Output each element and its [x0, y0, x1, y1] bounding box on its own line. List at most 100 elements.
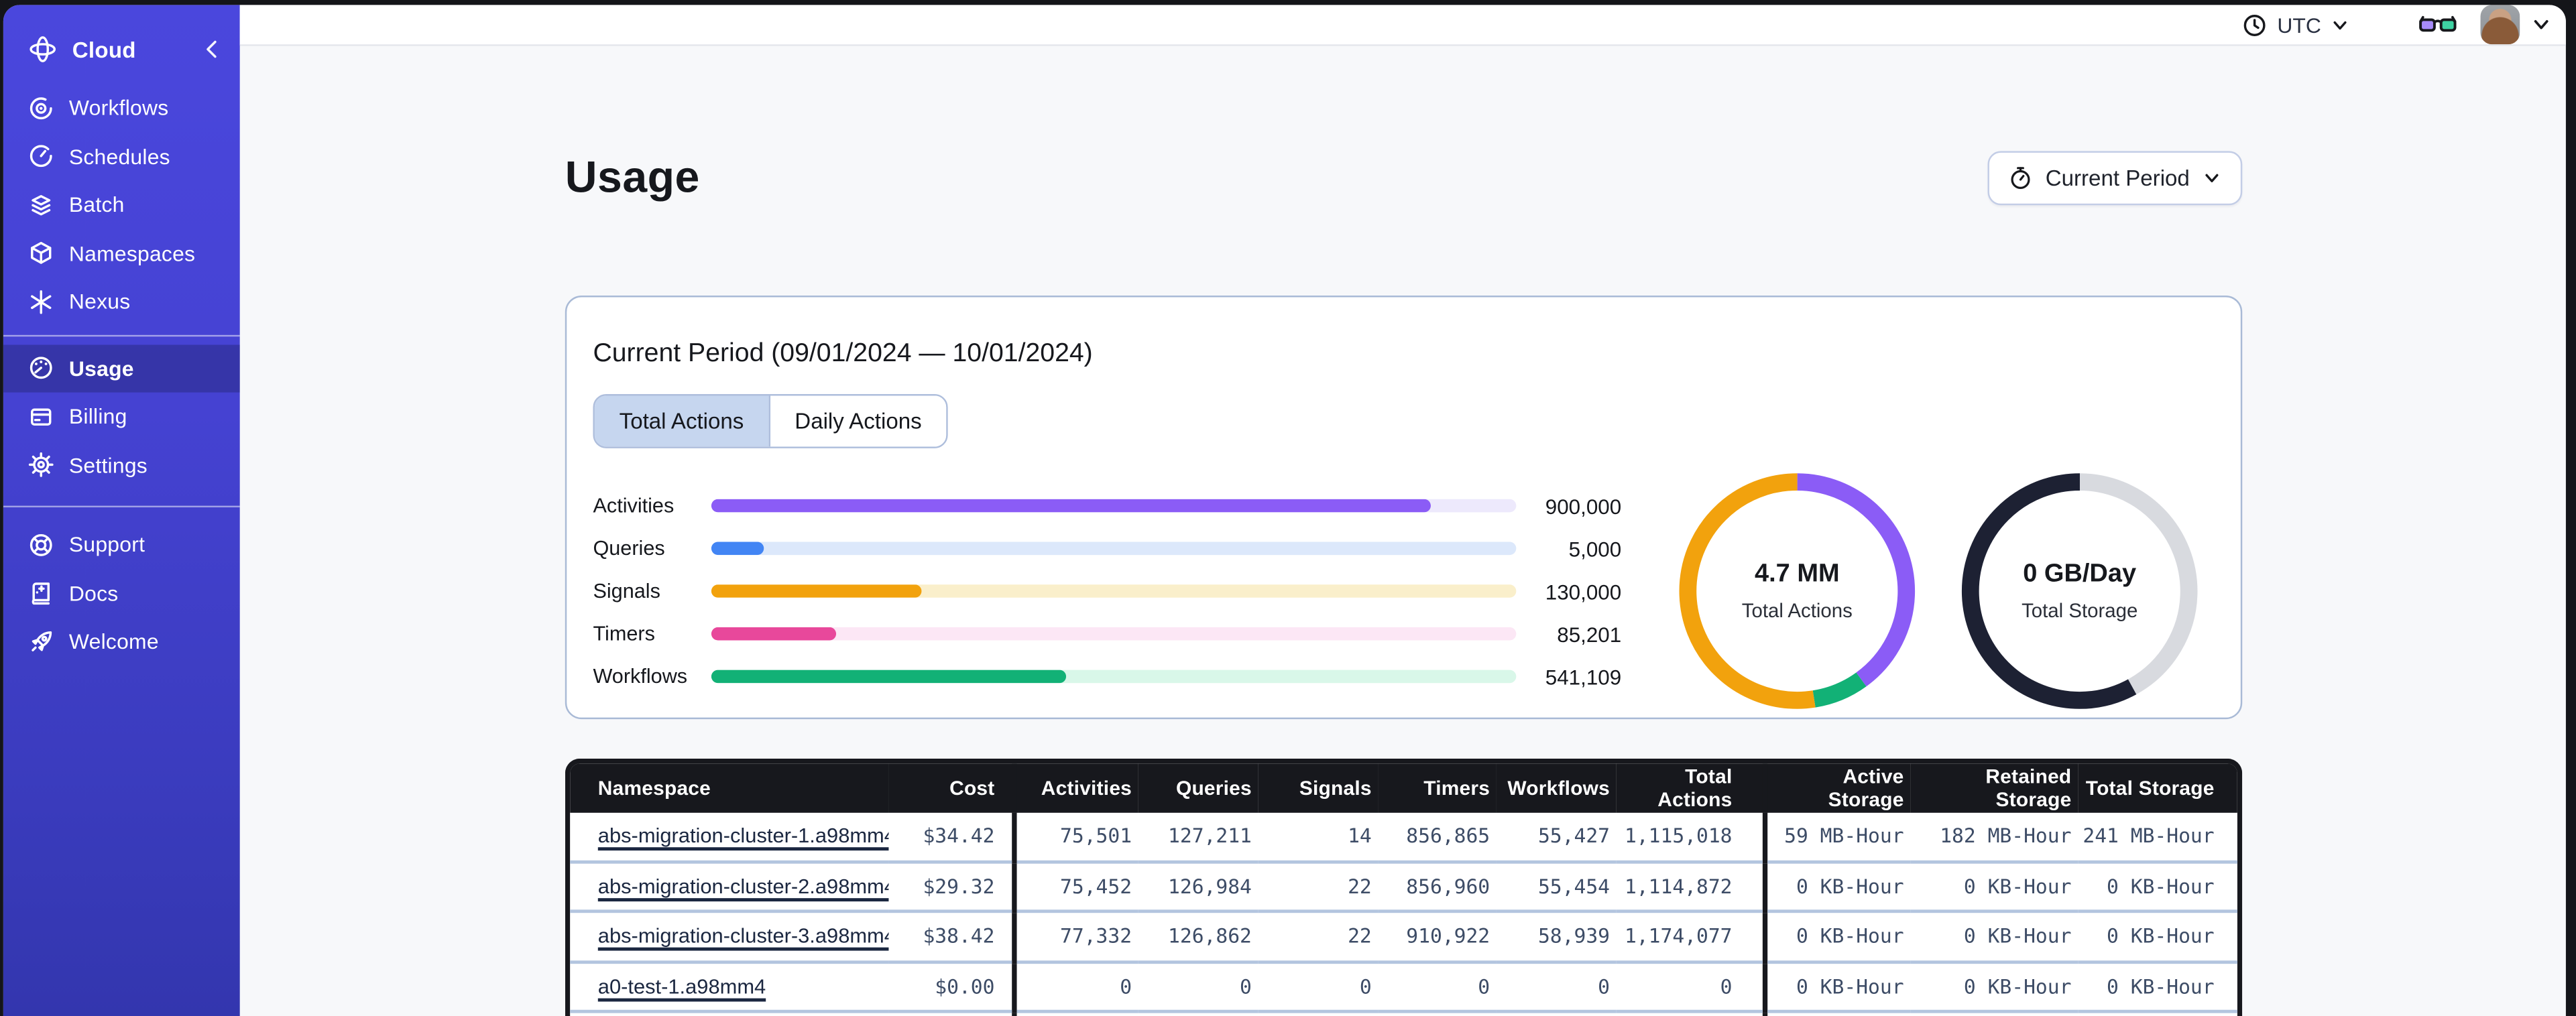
billing-icon: [31, 407, 52, 426]
namespace-link[interactable]: a0-test-1.a98mm4: [598, 975, 766, 998]
chevron-down-icon: [2205, 173, 2219, 182]
namespace-link[interactable]: abs-migration-cluster-1.a98mm4: [598, 825, 889, 848]
sidebar-item-namespaces[interactable]: Namespaces: [3, 229, 240, 277]
sidebar-item-billing[interactable]: Billing: [3, 393, 240, 441]
signals-cell: 0: [1258, 1009, 1379, 1016]
retained-storage-cell: 0 KB-Hour: [1910, 960, 2079, 1012]
total-actions-cell: 0: [1616, 1009, 1765, 1016]
activities-cell: 75,501: [1010, 812, 1138, 862]
activities-cell: 77,332: [1010, 909, 1138, 962]
batch-icon: [32, 194, 51, 215]
docs-icon: [32, 582, 50, 605]
sidebar-item-batch[interactable]: Batch: [3, 181, 240, 229]
tab-daily-actions[interactable]: Daily Actions: [768, 395, 947, 447]
total-actions-cell: 1,115,018: [1624, 824, 1733, 848]
collapse-sidebar-button[interactable]: [200, 38, 223, 60]
sidebar-item-docs[interactable]: Docs: [3, 569, 240, 617]
col-header-retained-storage: Retained Storage: [1910, 763, 2079, 813]
total-storage-cell: 0 KB-Hour: [2078, 1009, 2237, 1016]
period-button-label: Current Period: [2045, 165, 2190, 190]
namespace-link[interactable]: abs-migration-cluster-3.a98mm4: [598, 925, 889, 948]
sidebar-item-usage[interactable]: Usage: [3, 344, 240, 393]
sidebar-item-schedules[interactable]: Schedules: [3, 132, 240, 180]
signals-cell: 22: [1258, 859, 1379, 911]
active-storage-cell: 0 KB-Hour: [1761, 960, 1911, 1012]
col-header-namespace: Namespace: [570, 763, 889, 813]
period-selector-button[interactable]: Current Period: [1987, 150, 2243, 205]
total-storage-cell: 0 KB-Hour: [2078, 859, 2237, 911]
namespaces-icon: [31, 242, 52, 265]
sidebar-item-workflows[interactable]: Workflows: [3, 84, 240, 132]
active-storage-cell: 0 KB-Hour: [1761, 859, 1911, 911]
workflows-cell: 0: [1496, 1009, 1617, 1016]
bar-fill: [711, 541, 764, 556]
donut-caption: Total Storage: [2022, 599, 2138, 623]
settings-icon: [28, 452, 54, 478]
tab-total-actions[interactable]: Total Actions: [594, 395, 769, 447]
sidebar: Cloud Workflows Schedules Batch Namespac…: [3, 5, 240, 1016]
timers-cell: 0: [1378, 1009, 1497, 1016]
sidebar-item-support[interactable]: Support: [3, 521, 240, 569]
welcome-icon: [32, 631, 52, 651]
sidebar-item-label: Schedules: [68, 143, 170, 169]
signals-cell: 14: [1348, 824, 1372, 848]
col-header-signals: Signals: [1258, 763, 1379, 813]
sidebar-header: Cloud: [3, 25, 240, 74]
chevron-down-icon: [2333, 20, 2347, 29]
bar-label: Signals: [593, 579, 660, 603]
sidebar-item-label: Support: [68, 532, 145, 558]
queries-cell: 126,862: [1138, 909, 1258, 962]
desktop-backdrop: Cloud Workflows Schedules Batch Namespac…: [0, 0, 2576, 1016]
workflows-cell: 58,939: [1496, 909, 1617, 962]
glasses-icon[interactable]: [2418, 11, 2457, 38]
timers-cell: 856,960: [1378, 859, 1497, 911]
bar-value: 541,109: [1545, 664, 1622, 689]
col-header-cost: Cost: [888, 763, 1014, 813]
col-header-total-storage: Total Storage: [2078, 763, 2237, 813]
avatar[interactable]: [2480, 5, 2520, 45]
activities-cell: 0: [1010, 960, 1138, 1012]
sidebar-item-label: Settings: [68, 452, 148, 478]
sidebar-item-welcome[interactable]: Welcome: [3, 617, 240, 665]
main-area: UTC Usage Current Period Current Period …: [239, 5, 2566, 1016]
actions-tabs: Total Actions Daily Actions: [593, 394, 948, 448]
sidebar-item-settings[interactable]: Settings: [3, 441, 240, 489]
sidebar-item-label: Usage: [68, 356, 134, 381]
nexus-icon: [31, 290, 52, 314]
donut-value: 4.7 MM: [1754, 560, 1840, 588]
account-menu-chevron-icon[interactable]: [2531, 15, 2551, 34]
retained-storage-cell: 0 KB-Hour: [1910, 1009, 2079, 1016]
support-icon: [30, 533, 52, 556]
timezone-selector[interactable]: UTC: [2243, 12, 2349, 37]
clock-icon: [2244, 13, 2266, 36]
total-storage-donut: 0 GB/Day Total Storage: [1956, 468, 2203, 714]
namespace-link[interactable]: abs-migration-cluster-2.a98mm4: [598, 875, 889, 897]
table-row: a0-test-1.a98mm4 $0.00 0 0 0 0 0 0 0 KB-…: [570, 960, 2237, 1012]
bar-value: 85,201: [1557, 621, 1622, 647]
actions-bar-chart: Activities 900,000 Queries 5,000 Signals: [593, 485, 1621, 698]
bar-track: [711, 541, 1517, 556]
sidebar-item-label: Docs: [68, 580, 119, 606]
schedules-icon: [30, 145, 52, 168]
active-storage-cell: 0 KB-Hour: [1761, 909, 1911, 962]
sidebar-item-label: Workflows: [68, 95, 169, 121]
cost-cell: $0.00: [888, 960, 1014, 1012]
col-header-timers: Timers: [1378, 763, 1497, 813]
activities-cell: 75,452: [1010, 859, 1138, 911]
usage-charts: Activities 900,000 Queries 5,000 Signals: [593, 468, 2214, 714]
bar-fill: [711, 584, 922, 598]
cost-cell: $0.00: [888, 1009, 1014, 1016]
sidebar-nav: Workflows Schedules Batch Namespaces Nex…: [3, 84, 240, 666]
bar-label: Workflows: [593, 665, 688, 688]
signals-cell: 22: [1258, 909, 1379, 962]
sidebar-item-nexus[interactable]: Nexus: [3, 277, 240, 326]
bar-fill: [711, 499, 1431, 513]
sidebar-divider: [3, 334, 240, 336]
namespace-usage-table: Namespace Cost Activities Queries Signal…: [565, 758, 2243, 1016]
usage-icon: [30, 357, 52, 379]
page-title: Usage: [565, 151, 700, 202]
retained-storage-cell: 182 MB-Hour: [1940, 824, 2072, 848]
sidebar-title: Cloud: [72, 37, 136, 62]
cost-cell: $38.42: [888, 909, 1014, 962]
timers-cell: 0: [1378, 960, 1497, 1012]
